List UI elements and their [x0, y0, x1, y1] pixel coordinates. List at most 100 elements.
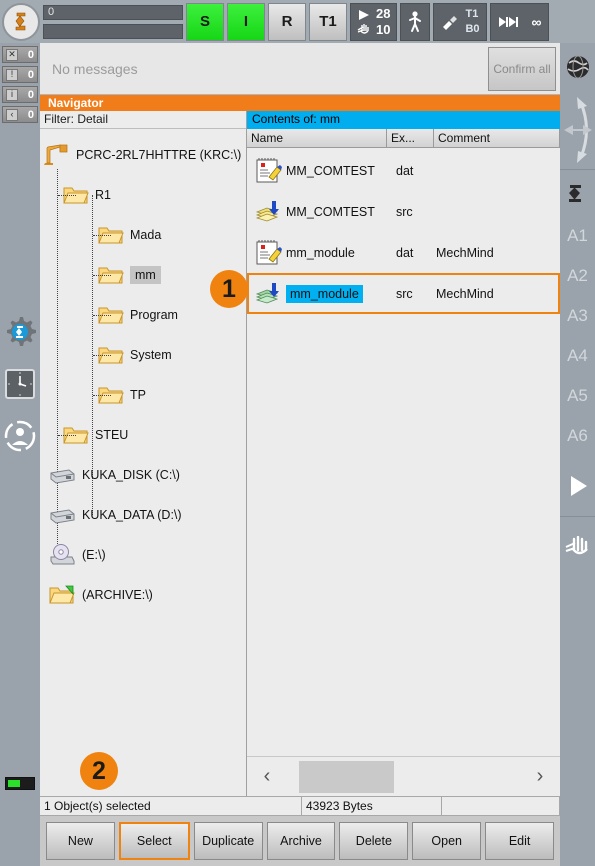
operating-mode-button[interactable]: T1	[309, 2, 347, 41]
filter-label[interactable]: Filter: Detail	[40, 111, 246, 129]
column-header-ext[interactable]: Ex...	[387, 129, 434, 147]
error-message-icon: ✕	[6, 48, 18, 61]
robot-axis-button[interactable]	[560, 170, 595, 216]
tree-label-r1: R1	[95, 188, 111, 202]
message-bar: No messages Confirm all	[40, 43, 560, 95]
tree-label-archive: (ARCHIVE:\)	[82, 588, 153, 602]
play-triangle-icon	[570, 476, 587, 496]
robot-settings-button[interactable]	[0, 306, 40, 358]
axis-label-a3[interactable]: A3	[560, 296, 595, 336]
table-row[interactable]: mm_module dat MechMind	[247, 232, 560, 273]
directory-tree-pane: Filter: Detail PCRC-2RL7HHTTRE (KRC:\) R…	[40, 111, 247, 796]
infinity-label: ∞	[531, 13, 542, 30]
hand-jog-button[interactable]	[560, 517, 595, 577]
tree-node-e-drive[interactable]: (E:\)	[40, 535, 246, 575]
tree-node-controller[interactable]: PCRC-2RL7HHTTRE (KRC:\)	[40, 135, 246, 175]
tree-label-mm: mm	[130, 266, 161, 284]
clock-button[interactable]	[0, 358, 40, 410]
submit-interpreter-status: 0	[43, 4, 183, 39]
column-headers: Name Ex... Comment	[247, 129, 560, 148]
archive-button[interactable]: Archive	[266, 822, 336, 860]
battery-indicator	[5, 777, 35, 790]
tree-node-archive[interactable]: (ARCHIVE:\)	[40, 575, 246, 615]
axis-label-a2[interactable]: A2	[560, 256, 595, 296]
axis-label-a6[interactable]: A6	[560, 416, 595, 456]
counter-waiting[interactable]: ‹ 0	[2, 106, 38, 123]
robot-axis-icon	[568, 185, 581, 202]
main-window: No messages Confirm all Navigator Filter…	[40, 43, 560, 866]
confirm-all-button[interactable]: Confirm all	[488, 46, 556, 91]
chevron-left-icon[interactable]: ‹	[247, 765, 287, 788]
tree-node-kuka-data[interactable]: KUKA_DATA (D:\)	[40, 495, 246, 535]
navigator-title: Navigator	[40, 95, 560, 111]
program-run-button[interactable]	[560, 456, 595, 516]
tree-label-system: System	[130, 348, 172, 362]
directory-tree: PCRC-2RL7HHTTRE (KRC:\) R1 Mada mm Progr…	[40, 129, 246, 796]
tree-node-mada[interactable]: Mada	[40, 215, 246, 255]
counter-notes[interactable]: i 0	[2, 86, 38, 103]
contents-header: Contents of: mm	[247, 111, 560, 129]
tree-label-kuka-data: KUKA_DATA (D:\)	[82, 508, 182, 522]
tree-label-controller: PCRC-2RL7HHTTRE (KRC:\)	[76, 148, 242, 162]
counter-notes-value: 0	[27, 88, 34, 101]
status-extra	[442, 797, 560, 815]
increment-mode-panel[interactable]: ∞	[489, 2, 549, 41]
scrollbar-thumb[interactable]	[299, 760, 394, 793]
tree-node-kuka-disk[interactable]: KUKA_DISK (C:\)	[40, 455, 246, 495]
play-triangle-icon	[359, 9, 369, 20]
scrollbar-track[interactable]	[287, 760, 520, 793]
new-button[interactable]: New	[46, 822, 115, 860]
interpreter-mode-button[interactable]	[400, 2, 431, 41]
world-coordinate-button[interactable]	[560, 43, 595, 91]
axis-label-a4[interactable]: A4	[560, 336, 595, 376]
horizontal-scrollbar[interactable]: ‹ ›	[247, 756, 560, 796]
chevron-right-icon[interactable]: ›	[520, 765, 560, 788]
navigator-body: Filter: Detail PCRC-2RL7HHTTRE (KRC:\) R…	[40, 111, 560, 796]
tool-base-panel[interactable]: T1 B0	[433, 2, 487, 41]
file-ext: dat	[396, 163, 414, 178]
tree-node-system[interactable]: System	[40, 335, 246, 375]
clock-icon	[5, 369, 35, 399]
select-button[interactable]: Select	[118, 822, 190, 860]
counter-errors[interactable]: ✕ 0	[2, 46, 38, 63]
file-name: MM_COMTEST	[286, 163, 375, 178]
counter-warnings[interactable]: ! 0	[2, 66, 38, 83]
table-row[interactable]: MM_COMTEST src	[247, 191, 560, 232]
column-header-comment[interactable]: Comment	[434, 129, 560, 147]
info-message-icon: i	[6, 88, 18, 101]
submit-line-1: 0	[43, 4, 183, 20]
robot-interpreter-button[interactable]: R	[268, 2, 306, 41]
src-file-icon-selected	[252, 280, 286, 308]
jog-direction-arrows-icon	[563, 97, 592, 163]
axis-label-a5[interactable]: A5	[560, 376, 595, 416]
tree-node-tp[interactable]: TP	[40, 375, 246, 415]
drives-ready-button[interactable]: S	[186, 2, 224, 41]
kuka-logo-button[interactable]	[2, 2, 40, 41]
file-ext: src	[396, 204, 413, 219]
dat-file-icon	[252, 157, 286, 185]
table-row-selected[interactable]: mm_module src MechMind	[247, 273, 560, 314]
message-text[interactable]: No messages	[40, 61, 488, 77]
tree-label-mada: Mada	[130, 228, 162, 242]
override-panel[interactable]: 28 10	[350, 2, 398, 41]
column-header-name[interactable]: Name	[247, 129, 387, 147]
program-override-value: 28	[376, 5, 391, 21]
jog-direction-control[interactable]	[560, 91, 595, 169]
annotation-badge-2: 2	[80, 752, 118, 790]
duplicate-button[interactable]: Duplicate	[193, 822, 263, 860]
delete-button[interactable]: Delete	[339, 822, 409, 860]
table-row[interactable]: MM_COMTEST dat	[247, 150, 560, 191]
edit-button[interactable]: Edit	[485, 822, 555, 860]
incremental-jog-icon	[498, 16, 518, 27]
tree-label-e-drive: (E:\)	[82, 548, 106, 562]
file-comment: MechMind	[436, 245, 494, 260]
tree-node-r1[interactable]: R1	[40, 175, 246, 215]
user-group-button[interactable]	[0, 410, 40, 462]
base-value: B0	[465, 22, 480, 35]
warning-message-icon: !	[6, 68, 18, 81]
tree-label-steu: STEU	[95, 428, 129, 442]
tree-node-steu[interactable]: STEU	[40, 415, 246, 455]
open-button[interactable]: Open	[412, 822, 482, 860]
axis-label-a1[interactable]: A1	[560, 216, 595, 256]
interpreter-status-button[interactable]: I	[227, 2, 265, 41]
